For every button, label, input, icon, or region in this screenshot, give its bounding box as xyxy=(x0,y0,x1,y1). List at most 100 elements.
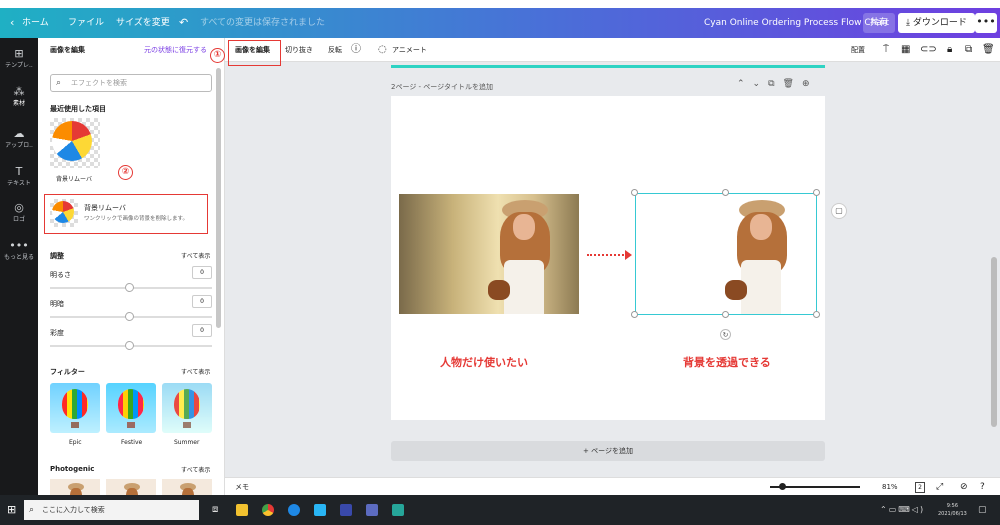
file-explorer-icon[interactable] xyxy=(236,504,248,516)
edge-icon[interactable] xyxy=(288,504,300,516)
balloon-image xyxy=(174,389,200,419)
canvas-scrollbar[interactable] xyxy=(991,257,997,427)
taskbar-search-input[interactable]: ⌕ ここに入力して検索 xyxy=(24,500,199,520)
design-page[interactable]: ↻ 人物だけ使いたい 背景を透過できる xyxy=(391,96,825,420)
windows-start-icon[interactable]: ⊞ xyxy=(7,495,16,525)
beach-ball-image xyxy=(52,121,92,161)
slider-knob[interactable] xyxy=(125,312,134,321)
hair-shape xyxy=(70,488,82,495)
slider-knob[interactable] xyxy=(125,341,134,350)
chrome-icon[interactable] xyxy=(262,504,274,516)
rail-item-label: テンプレ.. xyxy=(5,62,33,69)
zoom-level[interactable]: 81% xyxy=(882,478,898,496)
rail-item-more[interactable]: ••• もっと見る xyxy=(0,240,38,262)
photogenic-show-all-link[interactable]: すべて表示 xyxy=(181,465,210,474)
crop-button[interactable]: 切り抜き xyxy=(285,38,313,62)
caption-right[interactable]: 背景を透過できる xyxy=(683,354,771,370)
page-title-label[interactable]: 2ページ - ページタイトルを追加 xyxy=(391,82,493,92)
slider-knob[interactable] xyxy=(125,283,134,292)
slider-label: 明るさ xyxy=(50,271,71,279)
recent-item-label: 背景リムーバ xyxy=(56,176,92,183)
info-icon[interactable]: ⓘ xyxy=(351,38,361,62)
help-icon[interactable]: ? xyxy=(980,478,985,496)
animate-icon[interactable]: ◌ xyxy=(378,38,387,62)
resize-menu[interactable]: サイズを変更 xyxy=(116,8,170,38)
contrast-slider[interactable]: 明暗 0 xyxy=(50,295,212,329)
slider-value[interactable]: 0 xyxy=(192,295,212,308)
link-icon[interactable]: ⊂⊃ xyxy=(920,38,937,62)
saturation-slider[interactable]: 彩度 0 xyxy=(50,324,212,358)
add-page-button[interactable]: + ページを追加 xyxy=(391,441,825,461)
app-icon[interactable] xyxy=(392,504,404,516)
rail-item-label: アップロ.. xyxy=(5,142,33,149)
arrange-button[interactable]: 配置 xyxy=(851,38,865,62)
resize-handle[interactable] xyxy=(813,189,820,196)
fullscreen-icon[interactable]: ⤢ xyxy=(936,478,943,496)
page-count-button[interactable]: 2 xyxy=(915,478,925,496)
rail-item-text[interactable]: T テキスト xyxy=(0,166,38,188)
caption-left[interactable]: 人物だけ使いたい xyxy=(440,354,528,370)
copy-page-icon[interactable]: ⧉ xyxy=(768,79,782,89)
shirt-shape xyxy=(504,260,544,314)
download-button[interactable]: ⤓ ダウンロード xyxy=(898,13,975,33)
comment-icon[interactable]: ▢ xyxy=(831,203,847,219)
app-icon[interactable] xyxy=(314,504,326,516)
back-chevron-icon[interactable]: ‹ xyxy=(10,8,14,38)
restore-original-link[interactable]: 元の状態に復元する xyxy=(144,38,207,62)
resize-handle[interactable] xyxy=(813,311,820,318)
slider-value[interactable]: 0 xyxy=(192,324,212,337)
chevron-down-icon[interactable]: ⌄ xyxy=(753,79,769,89)
rail-item-elements[interactable]: ⁂ 素材 xyxy=(0,86,38,108)
check-icon[interactable]: ⊘ xyxy=(960,478,968,496)
adjust-show-all-link[interactable]: すべて表示 xyxy=(181,251,210,260)
notes-button[interactable]: メモ xyxy=(235,478,249,496)
resize-handle[interactable] xyxy=(722,311,729,318)
selection-box[interactable] xyxy=(635,193,817,315)
duplicate-icon[interactable]: ⧉ xyxy=(965,38,972,62)
filter-epic[interactable] xyxy=(50,383,100,433)
chevron-up-icon[interactable]: ⌃ xyxy=(737,79,753,89)
share-button[interactable]: 共有 xyxy=(863,13,896,33)
effects-search-input[interactable]: ⌕ エフェクトを検索 xyxy=(50,74,212,92)
slider-value[interactable]: 0 xyxy=(192,266,212,279)
transparency-icon[interactable]: ▦ xyxy=(901,38,910,62)
resize-handle[interactable] xyxy=(631,311,638,318)
rail-item-templates[interactable]: ⊞ テンプレ.. xyxy=(0,48,38,70)
rail-item-logo[interactable]: ◎ ロゴ xyxy=(0,202,38,224)
task-view-icon[interactable]: ⧈ xyxy=(212,495,218,525)
resize-handle[interactable] xyxy=(631,189,638,196)
filters-show-all-link[interactable]: すべて表示 xyxy=(181,367,210,376)
zoom-slider-knob[interactable] xyxy=(779,483,786,490)
paint-format-icon[interactable]: ⍑ xyxy=(883,38,889,62)
document-title[interactable]: Cyan Online Ordering Process Flow Chart xyxy=(704,8,889,38)
photogenic-thumb[interactable] xyxy=(162,479,212,495)
lock-icon[interactable]: 🔒︎ xyxy=(947,38,952,62)
resize-handle[interactable] xyxy=(722,189,729,196)
app-icon[interactable] xyxy=(340,504,352,516)
undo-icon[interactable]: ↶ xyxy=(179,8,188,38)
recent-bg-remover-thumb[interactable] xyxy=(50,118,100,168)
panel-scrollbar[interactable] xyxy=(216,68,221,328)
rotate-icon[interactable]: ↻ xyxy=(720,329,731,340)
add-page-icon[interactable]: ⊕ xyxy=(802,79,818,89)
delete-page-icon[interactable]: 🗑︎ xyxy=(783,79,802,89)
clock[interactable]: 9:56 2021/06/13 xyxy=(938,502,967,518)
adjust-heading: 調整 xyxy=(50,252,64,260)
home-link[interactable]: ホーム xyxy=(22,8,49,38)
woman-figure xyxy=(488,200,564,314)
photogenic-thumb[interactable] xyxy=(106,479,156,495)
animate-button[interactable]: アニメート xyxy=(392,38,427,62)
system-tray-icons[interactable]: ⌃▭⌨◁) xyxy=(880,495,925,525)
filter-festive[interactable] xyxy=(106,383,156,433)
photogenic-thumb[interactable] xyxy=(50,479,100,495)
flip-button[interactable]: 反転 xyxy=(328,38,342,62)
file-menu[interactable]: ファイル xyxy=(68,8,104,38)
original-photo[interactable] xyxy=(399,194,579,314)
app-icon[interactable] xyxy=(366,504,378,516)
filter-summer[interactable] xyxy=(162,383,212,433)
rail-item-uploads[interactable]: ☁ アップロ.. xyxy=(0,128,38,150)
trash-icon[interactable]: 🗑︎ xyxy=(982,38,995,62)
notification-icon[interactable]: ▢ xyxy=(978,495,987,525)
more-options-button[interactable]: ••• xyxy=(975,13,997,33)
brightness-slider[interactable]: 明るさ 0 xyxy=(50,266,212,300)
